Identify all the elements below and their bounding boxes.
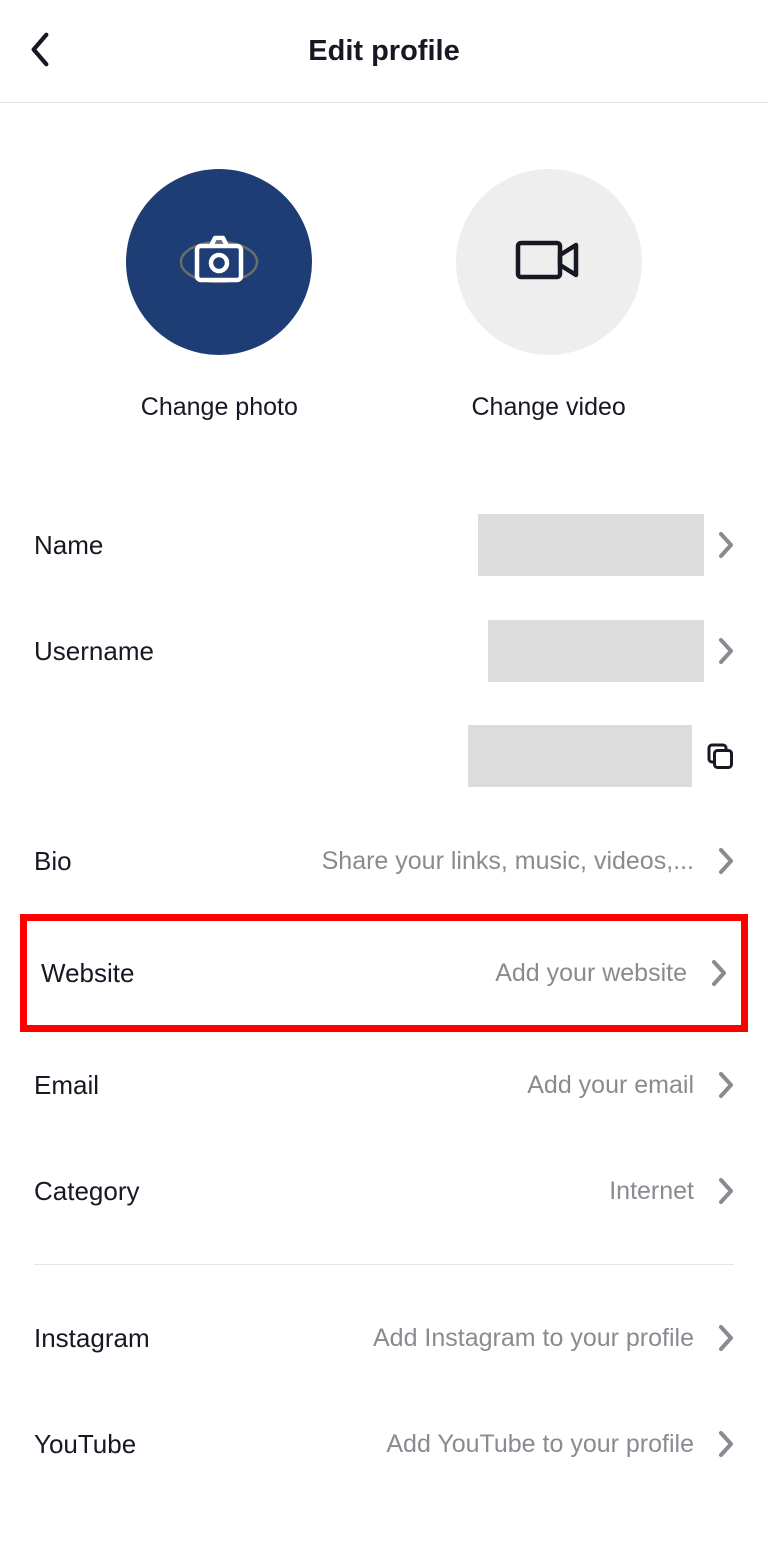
row-instagram-value: Add Instagram to your profile <box>150 1324 694 1353</box>
row-category[interactable]: Category Internet <box>0 1138 768 1244</box>
row-name-value-redacted <box>478 514 704 576</box>
section-divider <box>34 1264 734 1265</box>
row-instagram[interactable]: Instagram Add Instagram to your profile <box>0 1285 768 1391</box>
camera-icon <box>173 232 265 293</box>
row-bio-value: Share your links, music, videos,... <box>72 847 694 876</box>
avatar-video-circle <box>456 169 642 355</box>
highlight-box-website: Website Add your website <box>20 914 748 1032</box>
row-website-value: Add your website <box>134 959 687 988</box>
copy-icon[interactable] <box>706 742 734 770</box>
row-bio[interactable]: Bio Share your links, music, videos,... <box>0 808 768 914</box>
row-name[interactable]: Name <box>0 492 768 598</box>
chevron-right-icon <box>718 1429 734 1459</box>
row-username-value-redacted <box>488 620 704 682</box>
change-photo-label: Change photo <box>141 393 298 422</box>
change-video-label: Change video <box>472 393 626 422</box>
page-title: Edit profile <box>308 35 459 68</box>
avatar-photo-circle <box>126 169 312 355</box>
media-row: Change photo Change video <box>0 103 768 492</box>
row-name-label: Name <box>34 530 103 561</box>
change-photo-button[interactable]: Change photo <box>89 169 349 422</box>
row-youtube-value: Add YouTube to your profile <box>136 1430 694 1459</box>
row-category-value: Internet <box>140 1177 695 1206</box>
chevron-right-icon <box>718 1323 734 1353</box>
row-youtube[interactable]: YouTube Add YouTube to your profile <box>0 1391 768 1497</box>
row-email-label: Email <box>34 1070 99 1101</box>
row-email-value: Add your email <box>99 1071 694 1100</box>
chevron-left-icon <box>26 57 54 72</box>
row-link-value-redacted <box>468 725 692 787</box>
change-video-button[interactable]: Change video <box>419 169 679 422</box>
chevron-right-icon <box>718 636 734 666</box>
row-email[interactable]: Email Add your email <box>0 1032 768 1138</box>
chevron-right-icon <box>718 1070 734 1100</box>
chevron-right-icon <box>711 958 727 988</box>
back-button[interactable] <box>18 23 62 80</box>
row-username-label: Username <box>34 636 154 667</box>
video-camera-icon <box>514 235 584 290</box>
chevron-right-icon <box>718 530 734 560</box>
header-bar: Edit profile <box>0 0 768 103</box>
row-website-label: Website <box>41 958 134 989</box>
row-youtube-label: YouTube <box>34 1429 136 1460</box>
row-username[interactable]: Username <box>0 598 768 704</box>
row-profile-link[interactable] <box>0 704 768 808</box>
row-website[interactable]: Website Add your website <box>27 921 741 1025</box>
row-category-label: Category <box>34 1176 140 1207</box>
chevron-right-icon <box>718 1176 734 1206</box>
chevron-right-icon <box>718 846 734 876</box>
row-bio-label: Bio <box>34 846 72 877</box>
row-instagram-label: Instagram <box>34 1323 150 1354</box>
